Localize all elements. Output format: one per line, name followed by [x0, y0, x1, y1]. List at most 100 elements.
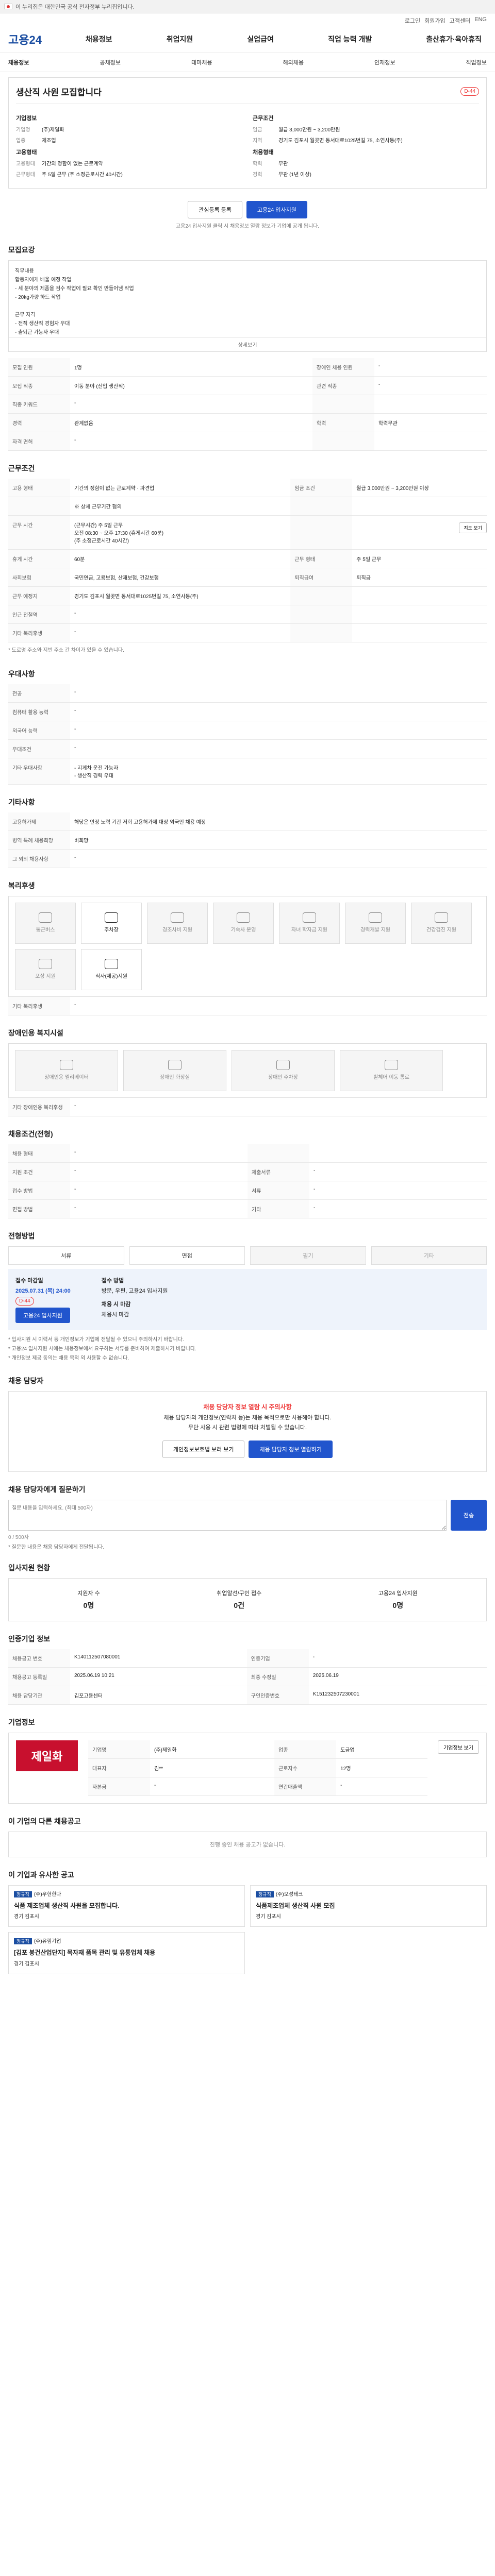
rec-title: 식품제조업체 생산직 사원 모집 — [256, 1902, 335, 1910]
job-description: 직무내용 합동자에게 배울 예정 작업 - 세 분야의 제품을 검수 작업에 필… — [8, 260, 487, 337]
req-heading: 채용조건(전형) — [8, 1130, 53, 1138]
method-value: 방문, 우편, 고용24 입사지원 — [101, 1288, 168, 1294]
table-row: 접수 방법 - 서류 - — [8, 1181, 487, 1200]
view-contact-button[interactable]: 채용 담당자 정보 열람하기 — [249, 1440, 333, 1459]
cell-label: 병역 특례 채용희망 — [8, 831, 70, 850]
req-table: 채용 형태 - 지원 조건 - 제출서류 - 접수 방법 - 서류 - 면접 방법 - 기타 - — [8, 1144, 487, 1218]
map-button[interactable]: 지도 보기 — [459, 522, 487, 533]
table-row: 근무 예정지 경기도 김포시 월곶면 동서대로1025번길 75, 소연사동(주) — [8, 586, 487, 605]
cell-value: 12명 — [336, 1758, 428, 1778]
qna-input[interactable] — [8, 1500, 447, 1531]
cell-value: - — [308, 1649, 487, 1668]
kv-row: 기업명 (주)제일화 — [16, 125, 242, 133]
kv-row: 경력 무관 (1년 이상) — [253, 170, 479, 178]
subnav-item[interactable]: 인재정보 — [374, 58, 395, 66]
recommend-card[interactable]: 정규직 (주)우현한다 식품 제조업체 생산직 사원을 모집합니다. 경기 김포시 — [8, 1885, 245, 1927]
stat-value: 0명 — [392, 1601, 404, 1610]
disab-other-label: 기타 장애인용 복리후생 — [8, 1098, 70, 1116]
cell-value: - — [374, 358, 487, 377]
kv-label: 기업명 — [16, 127, 30, 133]
cell-value: 60분 — [70, 549, 291, 568]
cell-label — [312, 395, 374, 414]
cell-label: 자격 면허 — [8, 432, 70, 451]
qna-count: 0 / 500자 — [8, 1535, 29, 1541]
work-heading: 근무조건 — [8, 464, 35, 472]
welfare-label: 식사(제공)지원 — [95, 973, 127, 979]
privacy-law-button[interactable]: 개인정보보호법 보러 보기 — [162, 1440, 245, 1459]
cell-value: - — [70, 1162, 248, 1181]
recommend-card[interactable]: 정규직 (주)유림기업 [김포 봉건산업단지] 목자재 품목 관리 및 유통업체 채… — [8, 1932, 245, 1974]
subnav-item[interactable]: 테마채용 — [191, 58, 212, 66]
apply-button-2[interactable]: 고용24 입사지원 — [15, 1308, 71, 1323]
cell-label: 퇴직급여 — [290, 568, 353, 587]
site-logo[interactable]: 고용24 — [8, 31, 80, 47]
util-link[interactable]: 고객센터 — [450, 16, 470, 25]
kv-row: 업종 제조업 — [16, 136, 242, 144]
cell-label — [290, 623, 353, 642]
more-button[interactable]: 상세보기 — [8, 337, 487, 352]
gnb-item[interactable]: 취업지원 — [167, 34, 193, 44]
cell-value: - — [309, 1199, 487, 1218]
cell-label — [8, 497, 70, 516]
flag-icon — [4, 4, 12, 9]
stat-value: 0건 — [234, 1601, 245, 1610]
recommend-card[interactable]: 정규직 (주)오성테크 식품제조업체 생산직 사원 모집 경기 김포시 — [250, 1885, 487, 1927]
gnb-item[interactable]: 출산휴가·육아휴직 — [426, 34, 482, 44]
cell-label: 학력 — [312, 413, 374, 432]
recruit-heading: 모집요강 — [8, 246, 35, 254]
subnav-item[interactable]: 해외채용 — [283, 58, 304, 66]
cell-label: 채용 담당기관 — [8, 1686, 70, 1705]
contact-warning: 채용 담당자 정보 열람 시 주의사항 채용 담당자의 개인정보(연락처 등)는… — [8, 1391, 487, 1472]
subnav-item[interactable]: 직업정보 — [466, 58, 487, 66]
table-row: 병역 특례 채용희망 비희망 — [8, 831, 487, 850]
company-info-button[interactable]: 기업정보 보기 — [438, 1740, 479, 1754]
interest-button[interactable]: 관심등록 등록 — [188, 201, 242, 218]
gnb-item[interactable]: 직업 능력 개발 — [328, 34, 372, 44]
cell-label: 관련 직종 — [312, 376, 374, 395]
caution-item: * 입사지원 시 이력서 등 개인정보가 기업에 전달될 수 있으니 주의하시기… — [8, 1337, 184, 1343]
cell-value: 국민연금, 고용보험, 산재보험, 건강보험 — [70, 568, 291, 587]
cell-value: 도금업 — [336, 1740, 428, 1759]
related-empty: 진행 중인 채용 공고가 없습니다. — [8, 1832, 487, 1858]
dday-badge: D-44 — [460, 87, 479, 96]
welfare-label: 건강검진 지원 — [426, 927, 456, 933]
warning-title: 채용 담당자 정보 열람 시 주의사항 — [203, 1403, 292, 1411]
cell-value: - — [70, 623, 291, 642]
kv-row: 임금 월급 3,000만원 ~ 3,200만원 — [253, 125, 479, 133]
welfare-icon — [105, 958, 118, 969]
table-row: ※ 상세 근무기간 협의 — [8, 497, 487, 516]
util-link[interactable]: 로그인 — [405, 16, 420, 25]
table-row: 면접 방법 - 기타 - — [8, 1199, 487, 1218]
subnav-item[interactable]: 채용정보 — [8, 58, 29, 66]
job-title: 생산직 사원 모집합니다 — [16, 88, 102, 97]
cell-label: 업종 — [274, 1740, 337, 1759]
stat-item: 고용24 입사지원 0명 — [378, 1589, 418, 1611]
util-link[interactable]: ENG — [474, 16, 487, 25]
gnb-item[interactable]: 실업급여 — [247, 34, 274, 44]
cell-value: 이동 분야 (신입 생산직) — [70, 376, 312, 395]
util-link[interactable]: 회원가입 — [424, 16, 445, 25]
cell-label: 기업명 — [88, 1740, 150, 1759]
cell-label: 직종 키워드 — [8, 395, 70, 414]
cell-label: 그 외의 채용사항 — [8, 849, 70, 868]
welfare-label: 통근버스 — [36, 927, 55, 933]
cell-label: 모집 인원 — [8, 358, 70, 377]
welfare-other-label: 기타 복리후생 — [8, 997, 70, 1015]
caution-list: * 입사지원 시 이력서 등 개인정보가 기업에 전달될 수 있으니 주의하시기… — [8, 1335, 487, 1363]
cell-value: - — [70, 721, 487, 740]
cell-value: - — [70, 739, 487, 758]
rec-tag: 정규직 — [256, 1891, 274, 1898]
cell-label: 컴퓨터 활용 능력 — [8, 702, 70, 721]
rec-location: 경기 김포시 — [14, 1961, 39, 1967]
kv-label: 업종 — [16, 138, 26, 144]
table-row: 경력 관계없음 학력 학력무관 — [8, 413, 487, 432]
proc-step: 서류 — [8, 1246, 124, 1265]
work-table: 고용 형태 기간의 정함이 없는 근로계약 · 파견업 임금 조건 월급 3,000만… — [8, 479, 487, 642]
apply-button[interactable]: 고용24 입사지원 — [246, 201, 307, 218]
cell-label — [290, 605, 353, 624]
disab-other-value: - — [70, 1098, 487, 1116]
subnav-item[interactable]: 공채정보 — [100, 58, 121, 66]
cell-value: 1명 — [70, 358, 312, 377]
gnb-item[interactable]: 채용정보 — [86, 34, 112, 44]
qna-submit-button[interactable]: 전송 — [451, 1500, 487, 1531]
